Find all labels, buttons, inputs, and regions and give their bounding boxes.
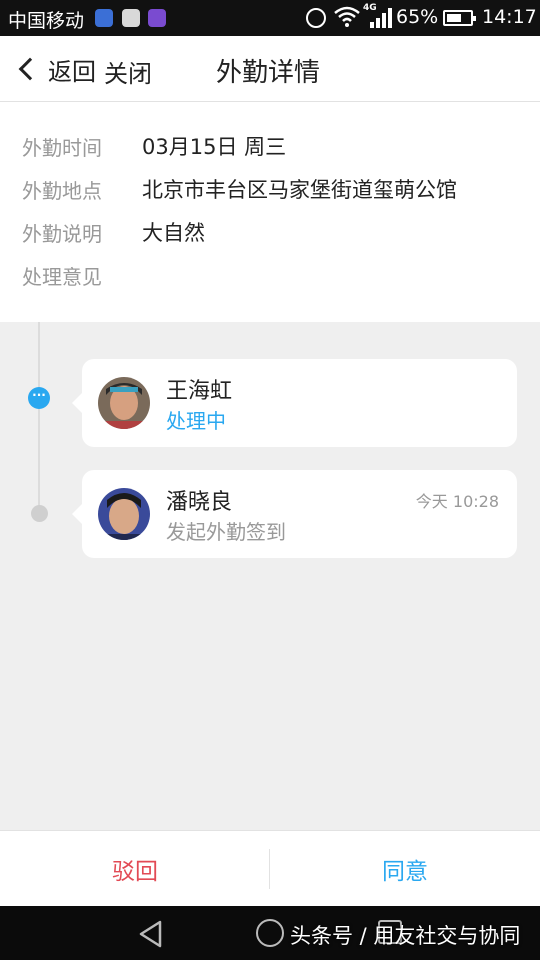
timeline-card-approver[interactable]: 王海虹 处理中 bbox=[72, 359, 517, 447]
location-app-icon bbox=[95, 9, 113, 27]
status-bar: 中国移动 4G 65% 14:17 bbox=[0, 0, 540, 36]
action-bar: 驳回 同意 bbox=[0, 830, 540, 906]
alarm-icon bbox=[306, 8, 326, 28]
page-title: 外勤详情 bbox=[216, 58, 321, 88]
back-button[interactable]: 返回 bbox=[14, 50, 96, 88]
timeline-line bbox=[38, 322, 40, 512]
avatar bbox=[98, 488, 150, 540]
app-header: 返回 关闭 外勤详情 bbox=[0, 36, 540, 102]
detail-value: 北京市丰台区马家堡街道玺萌公馆 bbox=[142, 178, 457, 202]
gallery-notification-icon bbox=[148, 9, 166, 27]
detail-key: 外勤说明 bbox=[22, 221, 102, 246]
clock: 14:17 bbox=[482, 6, 537, 28]
back-label: 返回 bbox=[48, 57, 96, 86]
detail-value: 03月15日 周三 bbox=[142, 135, 287, 159]
detail-row-description: 外勤说明 大自然 bbox=[22, 217, 205, 247]
timestamp: 今天 10:28 bbox=[415, 492, 499, 511]
detail-value: 大自然 bbox=[142, 221, 205, 245]
person-name: 潘晓良 bbox=[166, 490, 233, 515]
detail-key: 外勤时间 bbox=[22, 135, 102, 160]
pending-indicator-icon: ··· bbox=[28, 387, 50, 409]
watermark-text: 头条号 / 用友社交与协同 bbox=[290, 924, 521, 948]
nav-back-icon[interactable] bbox=[138, 920, 164, 948]
timeline-card-initiator[interactable]: 潘晓良 发起外勤签到 今天 10:28 bbox=[72, 470, 517, 558]
wifi-icon bbox=[334, 6, 360, 27]
signal-icon bbox=[370, 8, 392, 28]
approval-status: 发起外勤签到 bbox=[166, 520, 286, 544]
avatar bbox=[98, 377, 150, 429]
nav-home-icon[interactable] bbox=[256, 919, 284, 947]
system-nav-bar: 头条号 / 用友社交与协同 bbox=[0, 906, 540, 960]
chevron-left-icon bbox=[18, 57, 42, 81]
person-name: 王海虹 bbox=[166, 379, 233, 404]
battery-icon bbox=[443, 10, 476, 26]
detail-key: 外勤地点 bbox=[22, 178, 102, 203]
detail-row-opinion: 处理意见 bbox=[22, 260, 142, 290]
reject-button[interactable]: 驳回 bbox=[0, 831, 270, 907]
detail-key: 处理意见 bbox=[22, 264, 102, 289]
detail-panel: 外勤时间 03月15日 周三 外勤地点 北京市丰台区马家堡街道玺萌公馆 外勤说明… bbox=[0, 102, 540, 322]
carrier-name: 中国移动 bbox=[8, 10, 85, 32]
app-notification-icon bbox=[122, 9, 140, 27]
detail-row-time: 外勤时间 03月15日 周三 bbox=[22, 131, 286, 161]
completed-indicator-icon bbox=[31, 505, 48, 522]
detail-row-location: 外勤地点 北京市丰台区马家堡街道玺萌公馆 bbox=[22, 174, 457, 204]
close-button[interactable]: 关闭 bbox=[104, 54, 152, 89]
battery-percent: 65% bbox=[396, 6, 439, 28]
agree-button[interactable]: 同意 bbox=[270, 831, 540, 907]
approval-status: 处理中 bbox=[166, 409, 226, 433]
